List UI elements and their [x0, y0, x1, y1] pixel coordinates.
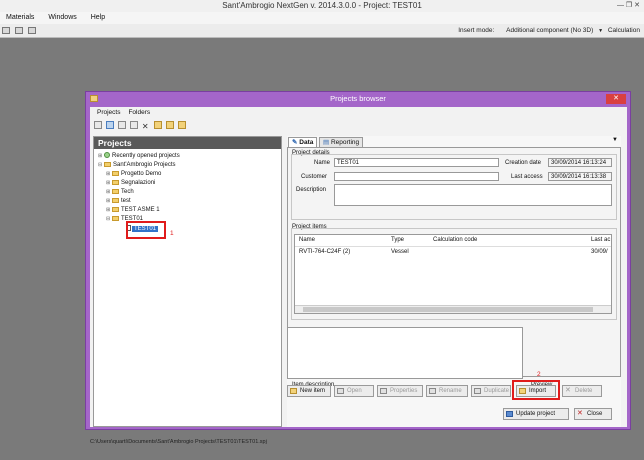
app-title: Sant'Ambrogio NextGen v. 2014.3.0.0 - Pr…	[222, 1, 422, 10]
customer-label: Customer	[301, 174, 328, 180]
project-items-group	[291, 228, 617, 320]
last-access-label: Last access	[511, 174, 543, 180]
tree-item-label: Progetto Demo	[121, 171, 162, 177]
name-label: Name	[314, 160, 331, 166]
annotation-number-2: 2	[537, 371, 541, 378]
properties-icon	[380, 388, 387, 394]
tree-item-test-asme-1[interactable]: ⊞ TEST ASME 1	[106, 206, 160, 215]
up-folder-icon[interactable]	[117, 121, 126, 129]
projects-header: Projects	[94, 137, 281, 149]
view-icon[interactable]	[105, 121, 114, 129]
menu-help[interactable]: Help	[85, 12, 111, 24]
main-menu-bar: Materials Windows Help	[0, 12, 644, 24]
window-controls[interactable]: — ❐ ✕	[617, 1, 640, 9]
creation-date-field: 30/09/2014 16:13:24	[548, 158, 612, 167]
dialog-client-area: Projects Folders ✕ Projects ⊞ Recently op…	[90, 107, 627, 445]
dialog-title: Projects browser	[330, 94, 386, 103]
insert-mode-label: Insert mode:	[458, 27, 495, 34]
toolbar-icon-3[interactable]	[27, 27, 36, 34]
tree-item-recent[interactable]: ⊞ Recently opened projects	[98, 152, 180, 161]
menu-materials[interactable]: Materials	[0, 12, 40, 24]
reporting-tab-icon: ▤	[323, 139, 330, 146]
folder-icon	[112, 206, 119, 212]
dialog-close-button[interactable]: ✕	[606, 94, 626, 104]
annotation-box-1	[126, 221, 166, 239]
menu-windows[interactable]: Windows	[42, 12, 82, 24]
tree-item-santambrogio-projects[interactable]: ⊟ Sant'Ambrogio Projects	[98, 161, 176, 170]
tree-item-test[interactable]: ⊞ test	[106, 197, 131, 206]
tree-item-label: Sant'Ambrogio Projects	[113, 162, 176, 168]
update-icon	[506, 411, 513, 417]
description-label: Description	[296, 187, 327, 193]
folder-icon	[112, 170, 119, 176]
delete-x-icon: ✕	[565, 387, 571, 394]
name-field[interactable]: TEST01	[334, 158, 499, 167]
tree-item-label: TEST ASME 1	[121, 207, 160, 213]
tab-reporting[interactable]: ▤ Reporting	[319, 137, 364, 147]
customer-field[interactable]	[334, 172, 499, 181]
toolbar-icon-2[interactable]	[14, 27, 23, 34]
rename-button[interactable]: Rename	[426, 385, 468, 397]
tree-item-progetto-demo[interactable]: ⊞ Progetto Demo	[106, 170, 161, 179]
duplicate-icon	[474, 388, 481, 394]
item-description-box[interactable]	[287, 327, 523, 379]
tree-item-segnalazioni[interactable]: ⊞ Segnalazioni	[106, 179, 155, 188]
update-project-button[interactable]: Update project	[503, 408, 569, 420]
annotation-number-1: 1	[170, 230, 174, 237]
last-access-field: 30/09/2014 16:13:38	[548, 172, 612, 181]
rename-icon	[429, 388, 436, 394]
app-title-bar: Sant'Ambrogio NextGen v. 2014.3.0.0 - Pr…	[0, 0, 644, 12]
calculation-menu[interactable]: Calculation	[608, 27, 640, 34]
tree-item-label: Tech	[121, 189, 134, 195]
folder-lock-icon[interactable]	[177, 121, 186, 129]
new-item-icon	[290, 388, 297, 394]
open-button[interactable]: Open	[334, 385, 374, 397]
annotation-box-2	[512, 380, 560, 400]
home-icon[interactable]	[94, 121, 102, 129]
project-detail-pane: ✎ Data ▤ Reporting ▼ Project details Nam…	[287, 136, 621, 427]
insert-mode-select[interactable]: Additional component (No 3D)	[506, 27, 593, 34]
folder-icon	[112, 179, 119, 185]
dialog-toolbar: ✕	[94, 121, 188, 133]
tree-item-label: Recently opened projects	[112, 153, 180, 159]
delete-button[interactable]: ✕ Delete	[562, 385, 602, 397]
properties-button[interactable]: Properties	[377, 385, 423, 397]
close-x-icon: ✕	[577, 410, 583, 417]
creation-date-label: Creation date	[505, 160, 542, 166]
folder-open-icon[interactable]	[153, 121, 162, 129]
duplicate-button[interactable]: Duplicate	[471, 385, 511, 397]
new-item-button[interactable]: New item	[287, 385, 331, 397]
history-icon	[104, 152, 110, 159]
folder-icon	[112, 188, 119, 194]
tree-item-tech[interactable]: ⊞ Tech	[106, 188, 134, 197]
tab-data[interactable]: ✎ Data	[288, 137, 318, 147]
folder-icon	[112, 215, 119, 221]
tree-item-label: Segnalazioni	[121, 180, 156, 186]
close-button[interactable]: ✕ Close	[574, 408, 612, 420]
insert-mode-bar: Insert mode: Additional component (No 3D…	[458, 27, 640, 34]
dialog-menu-bar: Projects Folders	[94, 109, 153, 116]
folder-icon	[112, 197, 119, 203]
menu-folders[interactable]: Folders	[125, 109, 153, 116]
delete-icon[interactable]: ✕	[142, 123, 150, 131]
item-description-box-wrap	[293, 391, 525, 441]
tab-dropdown-icon[interactable]: ▼	[612, 137, 618, 143]
folder-icon	[104, 161, 111, 167]
data-tab-icon: ✎	[292, 139, 298, 146]
toolbar-icon-1[interactable]	[2, 27, 10, 34]
tree-item-label: test	[121, 198, 131, 204]
copy-icon[interactable]	[129, 121, 138, 129]
open-icon	[337, 388, 344, 394]
description-field[interactable]	[334, 184, 612, 206]
project-path: C:\Users\quarti\Documents\Sant'Ambrogio …	[90, 439, 267, 445]
new-folder-icon[interactable]	[165, 121, 174, 129]
projects-tree-pane: Projects ⊞ Recently opened projects ⊟ Sant…	[93, 136, 282, 427]
chevron-down-icon[interactable]: ▼	[598, 28, 603, 34]
menu-projects[interactable]: Projects	[94, 109, 123, 116]
